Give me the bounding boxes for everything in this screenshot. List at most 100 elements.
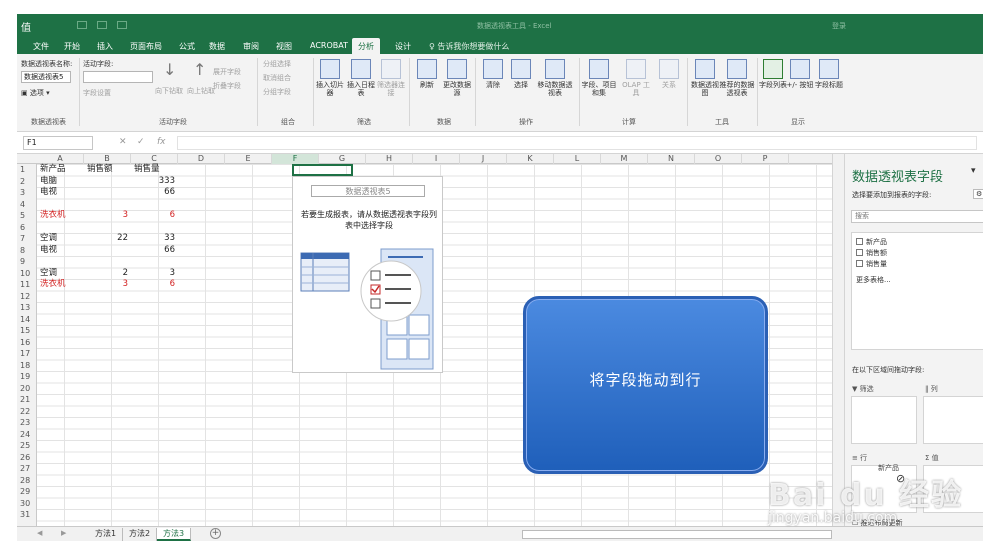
row-header[interactable]: 13 xyxy=(17,302,36,314)
formula-input[interactable] xyxy=(177,136,977,150)
field-settings-button[interactable]: 字段设置 xyxy=(83,88,111,98)
field-item-product[interactable]: 新产品 xyxy=(866,237,887,247)
pivot-name-input[interactable]: 数据透视表5 xyxy=(21,71,71,83)
row-header[interactable]: 19 xyxy=(17,371,36,383)
column-header[interactable]: B xyxy=(84,154,131,164)
tab-review[interactable]: 审阅 xyxy=(243,41,259,52)
group-selection-button[interactable]: 分组选择 xyxy=(263,59,291,69)
row-header[interactable]: 27 xyxy=(17,463,36,475)
column-header[interactable]: F xyxy=(272,154,319,164)
refresh-button[interactable]: 刷新 xyxy=(413,59,441,89)
insert-timeline-button[interactable]: 插入日程表 xyxy=(347,59,375,97)
tab-acrobat[interactable]: ACROBAT xyxy=(310,41,348,50)
row-header[interactable]: 26 xyxy=(17,452,36,464)
field-checkbox[interactable] xyxy=(856,260,863,267)
ungroup-button[interactable]: 取消组合 xyxy=(263,73,291,83)
cell-C2[interactable]: 333 xyxy=(131,176,175,188)
row-header[interactable]: 29 xyxy=(17,486,36,498)
clear-button[interactable]: 清除 xyxy=(479,59,507,89)
cell-C10[interactable]: 3 xyxy=(131,268,175,280)
insert-function-icon[interactable]: fx xyxy=(157,137,166,147)
tab-scroll-left-icon[interactable]: ◀ xyxy=(37,529,42,537)
row-header[interactable]: 20 xyxy=(17,383,36,395)
selected-cell[interactable] xyxy=(292,164,353,176)
select-button[interactable]: 选择 xyxy=(507,59,535,89)
column-header[interactable]: G xyxy=(319,154,366,164)
row-header[interactable]: 18 xyxy=(17,360,36,372)
row-header[interactable]: 31 xyxy=(17,509,36,521)
column-header[interactable]: P xyxy=(742,154,789,164)
change-data-source-button[interactable]: 更改数据源 xyxy=(443,59,471,97)
cell-C5[interactable]: 6 xyxy=(131,210,175,222)
cell-A8[interactable]: 电视 xyxy=(40,245,57,257)
row-header[interactable]: 14 xyxy=(17,314,36,326)
row-header[interactable]: 4 xyxy=(17,199,36,211)
cell-B7[interactable]: 22 xyxy=(84,233,128,245)
tab-view[interactable]: 视图 xyxy=(276,41,292,52)
cell-C7[interactable]: 33 xyxy=(131,233,175,245)
drill-down-button[interactable]: 向下钻取 xyxy=(155,86,183,96)
row-header[interactable]: 6 xyxy=(17,222,36,234)
row-header[interactable]: 2 xyxy=(17,176,36,188)
column-header[interactable]: E xyxy=(225,154,272,164)
filters-drop-zone[interactable] xyxy=(851,396,917,444)
cell-B10[interactable]: 2 xyxy=(84,268,128,280)
drill-down-icon[interactable]: ↓ xyxy=(163,60,176,79)
tab-analyze[interactable]: 分析 xyxy=(352,38,380,54)
cell-A3[interactable]: 电视 xyxy=(40,187,57,199)
undo-icon[interactable] xyxy=(97,21,107,29)
cell-A7[interactable]: 空调 xyxy=(40,233,57,245)
drill-up-icon[interactable]: ↑ xyxy=(193,60,206,79)
row-header[interactable]: 12 xyxy=(17,291,36,303)
gear-icon[interactable]: ⚙ xyxy=(973,189,983,199)
column-header[interactable]: O xyxy=(695,154,742,164)
move-pivot-button[interactable]: 移动数据透视表 xyxy=(537,59,573,97)
horizontal-scrollbar[interactable] xyxy=(522,530,832,539)
sheet-tab[interactable]: 方法2 xyxy=(123,528,158,541)
more-tables-link[interactable]: 更多表格... xyxy=(856,275,891,285)
tab-data[interactable]: 数据 xyxy=(209,41,225,52)
tab-design[interactable]: 设计 xyxy=(395,41,411,52)
row-header[interactable]: 11 xyxy=(17,279,36,291)
cell-A10[interactable]: 空调 xyxy=(40,268,57,280)
column-header[interactable]: J xyxy=(460,154,507,164)
pivot-table-placeholder[interactable]: 数据透视表5 若要生成报表，请从数据透视表字段列表中选择字段 xyxy=(292,176,443,373)
column-header[interactable]: N xyxy=(648,154,695,164)
columns-drop-zone[interactable] xyxy=(923,396,983,444)
row-header[interactable]: 3 xyxy=(17,187,36,199)
cell-C11[interactable]: 6 xyxy=(131,279,175,291)
relationships-button[interactable]: 关系 xyxy=(655,59,683,89)
cancel-icon[interactable]: ✕ xyxy=(119,137,127,147)
options-button[interactable]: ▣ 选项 ▾ xyxy=(21,88,50,98)
redo-icon[interactable] xyxy=(117,21,127,29)
pane-options-icon[interactable]: ▾ xyxy=(971,166,976,176)
column-header[interactable]: C xyxy=(131,154,178,164)
field-checkbox[interactable] xyxy=(856,238,863,245)
field-item-sales-amount[interactable]: 销售额 xyxy=(866,248,887,258)
tab-formulas[interactable]: 公式 xyxy=(179,41,195,52)
column-header[interactable]: H xyxy=(366,154,413,164)
row-header[interactable]: 25 xyxy=(17,440,36,452)
field-headers-button[interactable]: 字段标题 xyxy=(815,59,843,89)
drill-up-button[interactable]: 向上钻取 xyxy=(187,86,215,96)
field-search-input[interactable]: 搜索 xyxy=(851,210,983,223)
row-header[interactable]: 15 xyxy=(17,325,36,337)
sheet-tab[interactable]: 方法1 xyxy=(89,528,124,541)
cell-B5[interactable]: 3 xyxy=(84,210,128,222)
row-header[interactable]: 17 xyxy=(17,348,36,360)
filter-connections-button[interactable]: 筛选器连接 xyxy=(377,59,405,97)
field-list-button[interactable]: 字段列表 xyxy=(759,59,787,89)
tab-scroll-right-icon[interactable]: ▶ xyxy=(61,529,66,537)
sign-in-link[interactable]: 登录 xyxy=(832,21,846,31)
tell-me-box[interactable]: ♀ 告诉我你想要做什么 xyxy=(429,41,509,52)
row-header[interactable]: 30 xyxy=(17,498,36,510)
fields-items-sets-button[interactable]: 字段、项目和集 xyxy=(581,59,617,97)
recommended-pivot-button[interactable]: 推荐的数据透视表 xyxy=(719,59,755,97)
row-header[interactable]: 9 xyxy=(17,256,36,268)
row-header[interactable]: 5 xyxy=(17,210,36,222)
row-header[interactable]: 22 xyxy=(17,406,36,418)
expand-field-button[interactable]: 展开字段 xyxy=(213,67,241,77)
tab-file[interactable]: 文件 xyxy=(33,41,49,52)
row-header[interactable]: 23 xyxy=(17,417,36,429)
cell-A11[interactable]: 洗衣机 xyxy=(40,279,66,291)
